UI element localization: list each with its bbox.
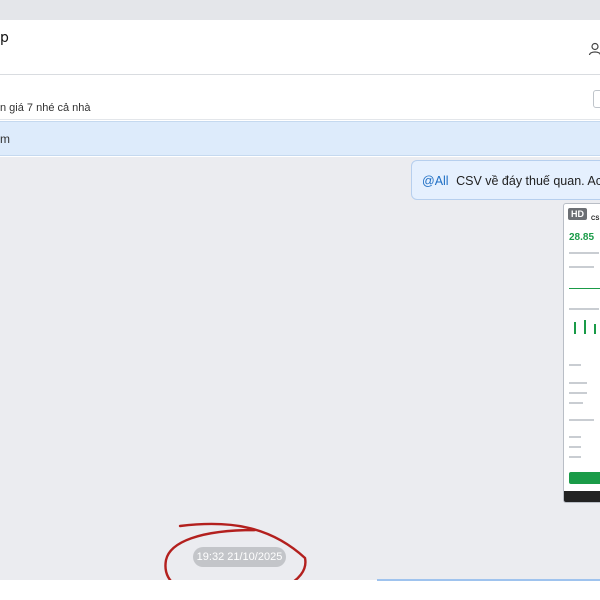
thumb-line [569, 252, 599, 254]
composer-focus-line [377, 579, 600, 581]
hd-badge: HD [568, 208, 587, 220]
stock-code: CS [591, 216, 600, 222]
message-list[interactable] [0, 157, 600, 580]
thumb-line [569, 402, 583, 404]
thumb-chart-line [569, 288, 600, 289]
pinned-expand-button[interactable] [593, 90, 600, 108]
thumb-line [569, 446, 581, 448]
user-icon[interactable] [588, 42, 600, 56]
thumb-line [569, 382, 587, 384]
chat-header: p [0, 20, 600, 75]
stock-price: 28.85 [569, 232, 595, 243]
image-attachment[interactable]: HD CS 28.85 [563, 203, 600, 503]
thumb-volume-bar [594, 324, 596, 334]
notice-banner[interactable]: m [0, 121, 600, 156]
thumb-line [569, 419, 594, 421]
thumb-line [569, 456, 581, 458]
composer-area[interactable] [0, 580, 600, 600]
pinned-message-bar[interactable]: n giá 7 nhé cả nhà [0, 80, 600, 120]
thumb-volume-bar [584, 320, 586, 334]
notice-text: m [0, 132, 10, 146]
mention-all[interactable]: @All [422, 174, 449, 188]
thumb-line [569, 308, 599, 310]
message-bubble[interactable]: @All CSV về đáy thuế quan. Ace [411, 160, 600, 200]
thumb-line [569, 392, 587, 394]
thumb-line [569, 266, 594, 268]
top-bar [0, 0, 600, 20]
thumb-bottom-bar [564, 491, 600, 502]
chat-title: p [0, 30, 9, 46]
thumb-volume-bar [574, 322, 576, 334]
pinned-message-text: n giá 7 nhé cả nhà [0, 102, 91, 114]
message-text: CSV về đáy thuế quan. Ace [456, 174, 600, 188]
thumb-buy-button [569, 472, 600, 484]
thumb-line [569, 436, 581, 438]
timestamp-divider: 19:32 21/10/2025 [193, 547, 286, 567]
thumb-line [569, 364, 581, 366]
